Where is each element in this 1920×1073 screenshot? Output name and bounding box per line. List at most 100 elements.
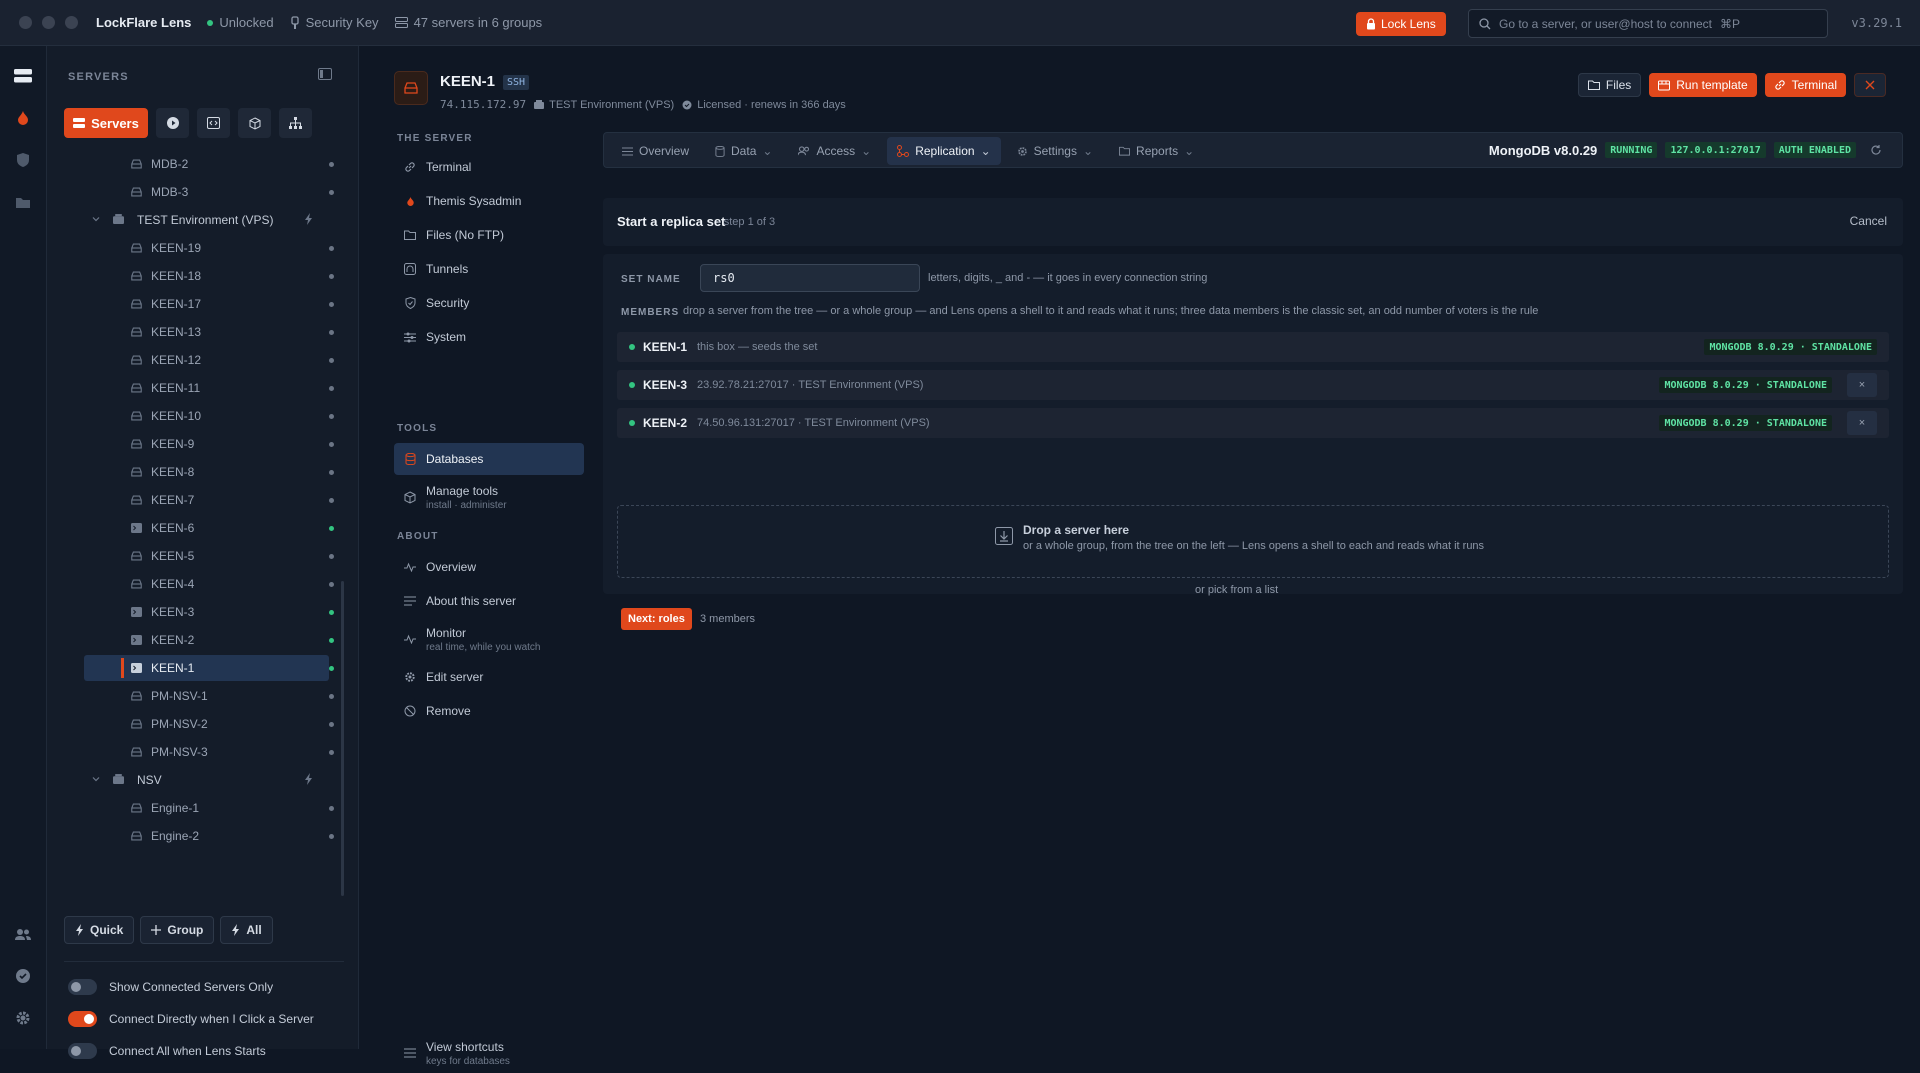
close-server-button[interactable] [1854, 73, 1886, 97]
bolt-icon[interactable] [304, 213, 313, 225]
connection-status-dot [329, 722, 334, 727]
tunnel-icon [403, 263, 417, 275]
nav-security[interactable]: Security [394, 287, 584, 319]
tree-server[interactable]: KEEN-8 [47, 459, 337, 485]
tab-code[interactable] [197, 108, 230, 138]
flame-icon[interactable] [12, 107, 34, 129]
tree-server[interactable]: PM-NSV-2 [47, 711, 337, 737]
tab-reports[interactable]: Reports ⌄ [1109, 137, 1204, 165]
tree-server[interactable]: KEEN-13 [47, 319, 337, 345]
set-name-input[interactable]: rs0 [700, 264, 920, 292]
tree-group[interactable]: TEST Environment (VPS) [47, 207, 337, 233]
collapse-sidebar-icon[interactable] [318, 68, 332, 80]
tree-server[interactable]: KEEN-10 [47, 403, 337, 429]
toggle-show-connected[interactable]: Show Connected Servers Only [68, 979, 273, 995]
tab-data[interactable]: Data ⌄ [705, 137, 782, 165]
files-button[interactable]: Files [1577, 73, 1642, 97]
member-meta: 23.92.78.21:27017 · TEST Environment (VP… [697, 379, 924, 391]
nav-monitor[interactable]: Monitor real time, while you watch [394, 619, 584, 659]
nav-label: System [426, 330, 467, 344]
tree-server-label: KEEN-19 [151, 241, 202, 255]
nav-about-server[interactable]: About this server [394, 585, 584, 617]
users-icon[interactable] [12, 923, 34, 945]
nav-tunnels[interactable]: Tunnels [394, 253, 584, 285]
tree-server[interactable]: MDB-2 [47, 151, 337, 177]
tree-server[interactable]: KEEN-4 [47, 571, 337, 597]
nav-label: Remove [426, 704, 471, 718]
security-key[interactable]: Security Key [290, 15, 379, 30]
server-drop-zone[interactable]: Drop a server here or a whole group, fro… [617, 505, 1889, 578]
tab-play[interactable] [156, 108, 189, 138]
run-template-button[interactable]: Run template [1649, 73, 1757, 97]
tree-server[interactable]: Engine-2 [47, 823, 337, 849]
add-group-button[interactable]: Group [140, 916, 215, 944]
bolt-icon[interactable] [304, 773, 313, 785]
tree-server[interactable]: KEEN-11 [47, 375, 337, 401]
tab-topology[interactable] [279, 108, 312, 138]
pick-from-list-link[interactable]: or pick from a list [1195, 584, 1278, 596]
server-search-input[interactable]: Go to a server, or user@host to connect … [1468, 9, 1828, 38]
nav-overview[interactable]: Overview [394, 551, 584, 583]
tree-server[interactable]: KEEN-6 [47, 515, 337, 541]
refresh-icon[interactable] [1870, 144, 1882, 156]
lock-lens-button[interactable]: Lock Lens [1356, 12, 1446, 36]
tree-server[interactable]: PM-NSV-1 [47, 683, 337, 709]
chevron-down-icon[interactable] [91, 214, 101, 224]
switch-connect-all[interactable] [68, 1043, 97, 1059]
tab-access[interactable]: Access ⌄ [788, 137, 881, 165]
chevron-down-icon[interactable] [91, 774, 101, 784]
settings-gear-icon[interactable] [12, 1007, 34, 1029]
tree-server[interactable]: Engine-1 [47, 795, 337, 821]
cancel-button[interactable]: Cancel [1850, 214, 1887, 228]
switch-show-connected[interactable] [68, 979, 97, 995]
nav-files[interactable]: Files (No FTP) [394, 219, 584, 251]
remove-member-button[interactable]: × [1847, 411, 1877, 435]
shield-icon[interactable] [12, 149, 34, 171]
connect-all-button[interactable]: All [220, 916, 273, 944]
tree-server[interactable]: KEEN-9 [47, 431, 337, 457]
tree-server[interactable]: KEEN-3 [47, 599, 337, 625]
nav-view-shortcuts[interactable]: View shortcuts keys for databases [394, 1033, 584, 1073]
nav-system[interactable]: System [394, 321, 584, 353]
tree-server[interactable]: KEEN-18 [47, 263, 337, 289]
servers-rail-icon[interactable] [12, 65, 34, 87]
quick-connect-button[interactable]: Quick [64, 916, 135, 944]
tree-server[interactable]: MDB-3 [47, 179, 337, 205]
tab-replication[interactable]: Replication ⌄ [887, 137, 1001, 165]
nav-edit-server[interactable]: Edit server [394, 661, 584, 693]
tree-server[interactable]: PM-NSV-3 [47, 739, 337, 765]
tab-package[interactable] [238, 108, 271, 138]
tree-server[interactable]: KEEN-7 [47, 487, 337, 513]
tree-server[interactable]: KEEN-19 [47, 235, 337, 261]
nav-remove[interactable]: Remove [394, 695, 584, 727]
member-name: KEEN-3 [643, 378, 688, 392]
tree-server[interactable]: KEEN-17 [47, 291, 337, 317]
code-icon [207, 117, 220, 129]
tab-settings[interactable]: Settings ⌄ [1007, 137, 1103, 165]
minimize-window-button[interactable] [42, 16, 55, 29]
toggle-connect-all[interactable]: Connect All when Lens Starts [68, 1043, 266, 1059]
tab-servers[interactable]: Servers [64, 108, 148, 138]
chevron-down-icon: ⌄ [762, 144, 773, 158]
tree-server[interactable]: KEEN-2 [47, 627, 337, 653]
nav-manage-tools[interactable]: Manage tools install · administer [394, 477, 584, 517]
tree-server[interactable]: KEEN-1 [84, 655, 334, 681]
terminal-button[interactable]: Terminal [1764, 73, 1846, 97]
tree-scrollbar[interactable] [341, 581, 344, 896]
tab-overview[interactable]: Overview [612, 137, 699, 165]
maximize-window-button[interactable] [65, 16, 78, 29]
close-window-button[interactable] [19, 16, 32, 29]
switch-connect-directly[interactable] [68, 1011, 97, 1027]
toggle-connect-directly[interactable]: Connect Directly when I Click a Server [68, 1011, 314, 1027]
folder-icon[interactable] [12, 191, 34, 213]
tree-server-label: MDB-2 [151, 157, 189, 171]
next-roles-button[interactable]: Next: roles [621, 608, 692, 630]
verified-icon[interactable] [12, 965, 34, 987]
remove-member-button[interactable]: × [1847, 373, 1877, 397]
nav-terminal[interactable]: Terminal [394, 151, 584, 183]
nav-themis-sysadmin[interactable]: Themis Sysadmin [394, 185, 584, 217]
tree-server[interactable]: KEEN-5 [47, 543, 337, 569]
tree-server[interactable]: KEEN-12 [47, 347, 337, 373]
nav-databases[interactable]: Databases [394, 443, 584, 475]
tree-group[interactable]: NSV [47, 767, 337, 793]
